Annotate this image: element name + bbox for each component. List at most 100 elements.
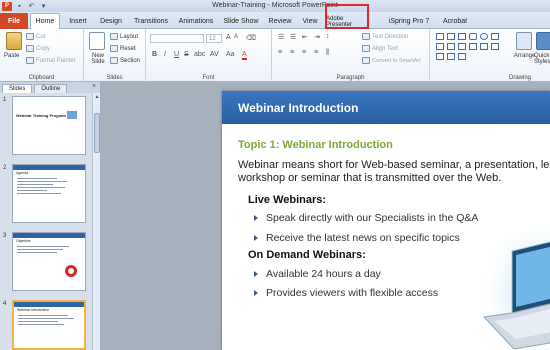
numbering-icon[interactable]: ☰ — [290, 33, 296, 41]
topic-heading[interactable]: Topic 1: Webinar Introduction — [238, 139, 393, 151]
star-shape-icon[interactable] — [436, 53, 444, 60]
bullet-icon — [254, 215, 258, 221]
tab-insert[interactable]: Insert — [64, 14, 92, 29]
arrange-button[interactable]: Arrange — [514, 53, 535, 59]
convert-smartart-button[interactable]: Convert to SmartArt — [362, 57, 421, 64]
cut-button[interactable]: Cut — [26, 33, 45, 40]
paste-button[interactable]: Paste — [4, 53, 19, 59]
tab-ispring-pro[interactable]: iSpring Pro 7 — [386, 14, 432, 29]
live-webinars-heading[interactable]: Live Webinars: — [248, 194, 326, 206]
format-painter-button[interactable]: Format Painter — [26, 57, 76, 64]
slide-thumbnail-1[interactable]: Webinar Training Program — [12, 96, 86, 155]
layout-button[interactable]: Layout — [110, 33, 138, 40]
tab-file[interactable]: File — [0, 13, 28, 29]
arrow-shape-icon[interactable] — [480, 43, 488, 50]
arrow-shape-icon[interactable] — [469, 43, 477, 50]
list-item[interactable]: Speak directly with our Specialists in t… — [254, 212, 478, 224]
italic-button[interactable]: I — [164, 51, 166, 58]
save-icon[interactable]: ▪ — [15, 2, 24, 11]
spacing-button[interactable]: AV — [210, 51, 219, 58]
list-item[interactable]: Receive the latest news on specific topi… — [254, 232, 460, 244]
font-color-button[interactable]: A — [242, 51, 247, 60]
reset-button[interactable]: Reset — [110, 45, 136, 52]
arrow-shape-icon[interactable] — [447, 43, 455, 50]
thumb-title: Webinar Introduction — [17, 308, 50, 312]
tab-design[interactable]: Design — [96, 14, 126, 29]
paste-icon[interactable] — [6, 32, 22, 50]
slide-thumbnail-3[interactable]: Objective — [12, 232, 86, 291]
strikethrough-button[interactable]: S — [184, 51, 189, 58]
arrow-shape-icon[interactable] — [436, 43, 444, 50]
bold-button[interactable]: B — [152, 51, 157, 58]
align-text-label: Align Text — [372, 45, 398, 52]
on-demand-heading[interactable]: On Demand Webinars: — [248, 249, 366, 261]
shrink-font-icon[interactable]: A — [234, 34, 238, 40]
shadow-button[interactable]: abc — [194, 51, 205, 58]
grow-font-icon[interactable]: A — [226, 34, 231, 41]
thumb-image — [67, 111, 77, 119]
tab-slide-show[interactable]: Slide Show — [222, 14, 260, 29]
text-direction-button[interactable]: Text Direction — [362, 33, 408, 40]
new-slide-button[interactable]: New Slide — [87, 53, 109, 65]
slide-title[interactable]: Webinar Introduction — [238, 101, 358, 115]
align-text-button[interactable]: Align Text — [362, 45, 398, 52]
arrow-shape-icon[interactable] — [458, 43, 466, 50]
scroll-thumb[interactable] — [94, 113, 100, 153]
copy-button[interactable]: Copy — [26, 45, 50, 52]
slide-thumbnail-4[interactable]: Webinar Introduction — [12, 300, 86, 350]
rounded-rectangle-shape-icon[interactable] — [469, 33, 477, 40]
line-spacing-icon[interactable]: ↕ — [326, 33, 330, 40]
section-button[interactable]: Section — [110, 57, 140, 64]
tab-view[interactable]: View — [298, 14, 322, 29]
arrange-icon[interactable] — [516, 32, 532, 50]
brace-shape-icon[interactable] — [491, 43, 499, 50]
underline-button[interactable]: U — [174, 51, 179, 58]
tab-animations[interactable]: Animations — [176, 14, 216, 29]
new-slide-icon[interactable] — [89, 32, 105, 50]
tab-slides[interactable]: Slides — [2, 84, 33, 93]
align-right-icon[interactable]: ≡ — [302, 49, 306, 56]
intro-paragraph[interactable]: Webinar means short for Web-based semina… — [238, 159, 550, 185]
bullets-icon[interactable]: ☰ — [278, 33, 284, 41]
undo-icon[interactable]: ↶ — [27, 2, 36, 11]
reset-icon — [110, 45, 118, 52]
tab-home[interactable]: Home — [30, 13, 60, 29]
change-case-button[interactable]: Aa — [226, 51, 235, 58]
clear-format-icon[interactable]: ⌫ — [246, 34, 256, 42]
increase-indent-icon[interactable]: ⇥ — [314, 33, 320, 41]
quick-styles-icon[interactable] — [536, 32, 550, 50]
tab-adobe-presenter[interactable]: Adobe Presenter — [326, 14, 370, 29]
scroll-up-icon[interactable]: ▲ — [93, 93, 101, 101]
slide-canvas[interactable]: Webinar Introduction Topic 1: Webinar In… — [222, 91, 550, 350]
line-shape-icon[interactable] — [447, 33, 455, 40]
list-item[interactable]: Available 24 hours a day — [254, 268, 381, 280]
customize-icon[interactable]: ▾ — [39, 2, 48, 11]
decrease-indent-icon[interactable]: ⇤ — [302, 33, 308, 41]
tab-transitions[interactable]: Transitions — [130, 14, 172, 29]
laptop-image — [474, 231, 550, 350]
tab-outline[interactable]: Outline — [34, 84, 68, 93]
line-shape-icon[interactable] — [436, 33, 444, 40]
columns-icon[interactable]: ⫼ — [326, 49, 329, 57]
align-center-icon[interactable]: ≡ — [290, 49, 294, 56]
list-item[interactable]: Provides viewers with flexible access — [254, 287, 438, 299]
triangle-shape-icon[interactable] — [491, 33, 499, 40]
justify-icon[interactable]: ≡ — [314, 49, 318, 56]
font-size-box[interactable]: 12 — [206, 34, 222, 43]
star-shape-icon[interactable] — [458, 53, 466, 60]
align-left-icon[interactable]: ≡ — [278, 49, 282, 56]
bullet-text: Receive the latest news on specific topi… — [266, 232, 460, 244]
close-icon[interactable]: × — [92, 83, 96, 90]
paragraph-label: Paragraph — [336, 75, 365, 81]
slide-thumbnails: 1 Webinar Training Program 2 Agenda 3 Ob… — [0, 93, 92, 350]
oval-shape-icon[interactable] — [480, 33, 488, 40]
tab-review[interactable]: Review — [266, 14, 294, 29]
rectangle-shape-icon[interactable] — [458, 33, 466, 40]
quick-styles-button[interactable]: Quick Styles — [534, 53, 550, 65]
star-shape-icon[interactable] — [447, 53, 455, 60]
tab-acrobat[interactable]: Acrobat — [438, 14, 472, 29]
panel-scrollbar[interactable]: ▲ — [92, 93, 100, 350]
slide-thumbnail-2[interactable]: Agenda — [12, 164, 86, 223]
font-name-box[interactable] — [150, 34, 204, 43]
powerpoint-icon[interactable]: P — [2, 1, 12, 11]
